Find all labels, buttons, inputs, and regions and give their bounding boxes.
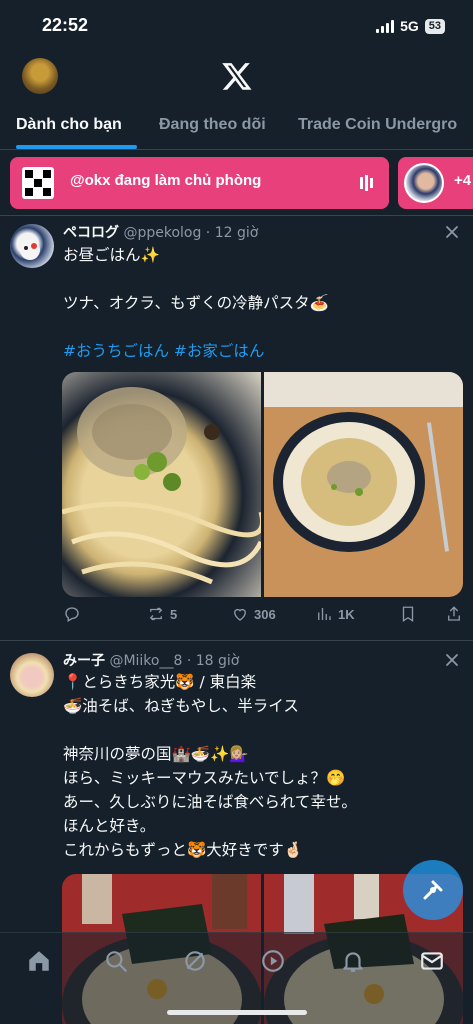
reply-button[interactable]: [63, 605, 81, 623]
okx-logo-icon: [22, 167, 54, 199]
space-pill-okx[interactable]: @okx đang làm chủ phòng: [10, 157, 389, 209]
network-type: 5G: [400, 18, 419, 34]
bookmark-button[interactable]: [399, 605, 417, 623]
close-icon[interactable]: [444, 224, 460, 240]
tweet-media[interactable]: [62, 372, 463, 597]
compose-icon: [423, 880, 443, 900]
tweet-time: · 12 giờ: [201, 225, 259, 241]
tweet-text: 📍とらきち家光🐯 / 東白楽 🍜油そば、ねぎもやし、半ライス 神奈川の夢の国🏰🍜…: [63, 673, 357, 859]
status-bar: 22:52 5G 53: [0, 0, 473, 52]
active-tab-indicator: [16, 145, 137, 149]
battery-icon: 53: [424, 18, 445, 34]
notifications-icon[interactable]: [340, 948, 366, 974]
space-pill-second[interactable]: +4: [398, 157, 473, 209]
views-count: 1K: [338, 606, 355, 622]
tweet-text: お昼ごはん✨ ツナ、オクラ、もずくの冷静パスタ🍝: [63, 246, 329, 312]
close-icon[interactable]: [444, 652, 460, 668]
user-handle[interactable]: @ppekolog: [123, 225, 201, 241]
tab-trade-coin-underground[interactable]: Trade Coin Undergro: [298, 116, 457, 134]
tweet-time: · 18 giờ: [182, 653, 240, 669]
tweet-header: みー子 @Miiko__8 · 18 giờ: [63, 650, 239, 670]
share-button[interactable]: [445, 605, 463, 623]
avatar[interactable]: [10, 653, 54, 697]
space-host-text: @okx đang làm chủ phòng: [70, 172, 262, 189]
audio-wave-icon: [360, 175, 373, 191]
display-name[interactable]: みー子: [63, 653, 105, 669]
tweet-header: ペコログ @ppekolog · 12 giờ: [63, 222, 258, 242]
search-icon[interactable]: [103, 948, 129, 974]
spaces-bar: @okx đang làm chủ phòng +4: [0, 150, 473, 216]
user-handle[interactable]: @Miiko__8: [109, 653, 182, 669]
x-logo-icon[interactable]: [221, 60, 253, 92]
communities-icon[interactable]: [260, 948, 286, 974]
tweet[interactable]: ペコログ @ppekolog · 12 giờ お昼ごはん✨ ツナ、オクラ、もず…: [0, 216, 473, 640]
like-count: 306: [254, 606, 276, 622]
share-icon: [448, 606, 460, 621]
tweet-hashtags[interactable]: #おうちごはん #お家ごはん: [63, 339, 463, 363]
retweet-count: 5: [170, 606, 178, 622]
space-listener-count: +4: [454, 172, 472, 189]
reply-icon: [65, 607, 79, 622]
like-button[interactable]: 306: [231, 605, 276, 623]
avatar[interactable]: [10, 224, 54, 268]
profile-avatar[interactable]: [22, 58, 58, 94]
heart-icon: [234, 608, 246, 621]
views-button[interactable]: 1K: [315, 605, 355, 623]
status-time: 22:52: [42, 15, 89, 35]
tab-following[interactable]: Đang theo dõi: [159, 116, 266, 134]
messages-icon[interactable]: [419, 948, 445, 974]
timeline-tabs: Dành cho bạn Đang theo dõi Trade Coin Un…: [0, 110, 473, 150]
display-name[interactable]: ペコログ: [63, 225, 119, 241]
retweet-icon: [149, 607, 163, 621]
views-icon: [318, 608, 331, 620]
space-host-avatar: [404, 163, 444, 203]
bookmark-icon: [402, 606, 414, 623]
media-image-pasta-closeup[interactable]: [62, 372, 265, 597]
retweet-button[interactable]: 5: [147, 605, 177, 623]
status-indicators: 5G 53: [376, 18, 445, 34]
home-indicator: [167, 1010, 307, 1015]
compose-button[interactable]: [403, 860, 463, 920]
tab-for-you[interactable]: Dành cho bạn: [16, 116, 122, 134]
tweet-actions: 5 306 1K: [63, 605, 463, 627]
signal-icon: [376, 19, 395, 33]
home-icon[interactable]: [26, 948, 52, 974]
media-image-pasta-plate[interactable]: [264, 372, 463, 597]
grok-icon[interactable]: [182, 948, 208, 974]
